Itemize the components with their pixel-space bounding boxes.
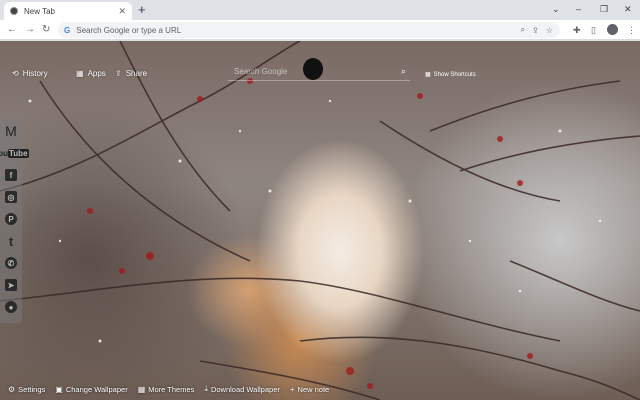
tab-strip: New Tab ✕ + ⌄ – ❐ ✕	[0, 0, 640, 20]
tab-new-tab[interactable]: New Tab ✕	[4, 2, 132, 20]
share-icon: ⇪	[115, 69, 122, 78]
extensions-icon[interactable]: ✚	[573, 24, 581, 36]
google-icon: G	[64, 25, 71, 35]
wallpaper-image	[0, 41, 640, 400]
instagram-icon: ◎	[5, 191, 17, 203]
share-label: Share	[125, 69, 148, 78]
tab-title: New Tab	[24, 6, 55, 16]
pinterest-link[interactable]: P	[0, 209, 22, 229]
whatsapp-icon: ✆	[5, 257, 17, 269]
more-themes-button[interactable]: ▦ More Themes	[138, 385, 195, 394]
browser-toolbar: ← → ↻ G Search Google or type a URL ⌕ ⇪ …	[0, 20, 640, 40]
change-wallpaper-label: Change Wallpaper	[65, 384, 128, 394]
youtube-link[interactable]: YouTube	[0, 143, 29, 163]
more-themes-label: More Themes	[148, 384, 195, 394]
reddit-link[interactable]: ●	[0, 297, 22, 317]
plus-icon: +	[289, 384, 295, 394]
new-tab-button[interactable]: +	[138, 2, 146, 18]
image-icon: ▣	[55, 384, 63, 394]
tab-favicon-icon	[10, 7, 18, 15]
download-wallpaper-label: Download Wallpaper	[210, 384, 280, 394]
download-icon: ⤓	[204, 384, 208, 393]
bookmark-star-icon[interactable]: ☆	[546, 26, 553, 35]
reddit-icon: ●	[5, 301, 17, 313]
instagram-link[interactable]: ◎	[0, 187, 22, 207]
google-search-input[interactable]	[228, 67, 401, 76]
change-wallpaper-button[interactable]: ▣ Change Wallpaper	[55, 385, 127, 394]
twitter-link[interactable]: t	[0, 231, 22, 251]
forward-button[interactable]: →	[25, 23, 35, 37]
close-window-button[interactable]: ✕	[624, 2, 632, 16]
telegram-icon: ➤	[5, 279, 17, 291]
themes-grid-icon: ▦	[137, 384, 146, 394]
twitter-icon: t	[8, 233, 14, 249]
share-icon[interactable]: ⇪	[532, 26, 539, 35]
facebook-icon: f	[5, 169, 17, 181]
profile-avatar[interactable]	[607, 24, 618, 35]
google-search-box: ⌕	[228, 63, 410, 81]
settings-button[interactable]: ⚙ Settings	[8, 385, 45, 394]
gmail-link[interactable]: M	[0, 121, 22, 141]
apps-label: Apps	[87, 69, 106, 78]
address-bar[interactable]: G Search Google or type a URL ⌕ ⇪ ☆	[58, 22, 560, 38]
new-note-label: New note	[297, 384, 330, 394]
back-button[interactable]: ←	[7, 23, 17, 37]
history-icon: ⟲	[12, 69, 19, 78]
shortcuts-grid-icon: ▦	[425, 72, 431, 78]
share-link[interactable]: ⇪ Share	[115, 69, 147, 78]
pinterest-icon: P	[5, 213, 17, 225]
tab-search-icon[interactable]: ⌄	[552, 2, 560, 16]
facebook-link[interactable]: f	[0, 165, 22, 185]
address-input[interactable]: Search Google or type a URL	[76, 26, 520, 35]
apps-link[interactable]: ▦ Apps	[76, 69, 106, 78]
gmail-icon: M	[5, 123, 17, 139]
zoom-icon[interactable]: ⌕	[521, 25, 525, 35]
search-icon[interactable]: ⌕	[401, 66, 406, 77]
history-link[interactable]: ⟲ History	[12, 69, 48, 78]
gear-icon: ⚙	[8, 384, 16, 394]
browser-menu-icon[interactable]: ⋮	[627, 24, 636, 36]
show-shortcuts-button[interactable]: ▦ Show Shortcuts	[425, 71, 476, 79]
new-note-button[interactable]: + New note	[290, 385, 329, 394]
apps-grid-icon: ▦	[76, 69, 84, 78]
social-sidebar: M YouTube f ◎ P t ✆ ➤ ●	[0, 119, 29, 323]
restore-button[interactable]: ❐	[600, 2, 608, 16]
settings-label: Settings	[18, 384, 46, 394]
history-label: History	[22, 69, 48, 78]
reload-button[interactable]: ↻	[42, 23, 50, 37]
minimize-button[interactable]: –	[576, 2, 581, 16]
whatsapp-link[interactable]: ✆	[0, 253, 22, 273]
new-tab-page: ⟲ History ▦ Apps ⇪ Share ⌕ ▦ Show Shortc…	[0, 41, 640, 400]
telegram-link[interactable]: ➤	[0, 275, 22, 295]
side-panel-icon[interactable]: ▯	[591, 24, 596, 36]
download-wallpaper-button[interactable]: ⤓ Download Wallpaper	[204, 384, 279, 394]
show-shortcuts-label: Show Shortcuts	[433, 71, 476, 78]
tab-close-icon[interactable]: ✕	[118, 6, 126, 17]
youtube-icon: YouTube	[0, 148, 29, 158]
bottom-bar: ⚙ Settings ▣ Change Wallpaper ▦ More The…	[0, 378, 640, 400]
